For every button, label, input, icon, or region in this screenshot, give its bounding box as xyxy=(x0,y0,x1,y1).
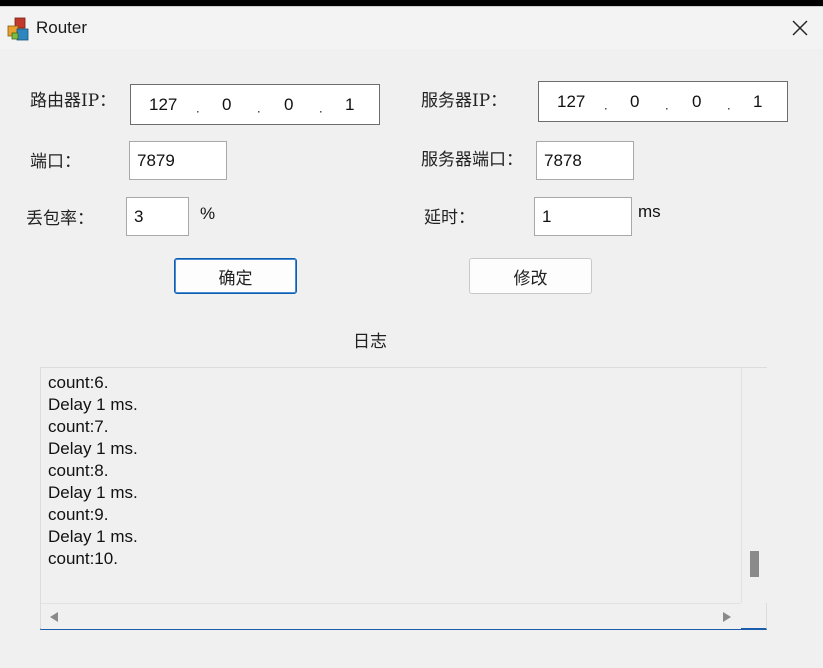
delay-input[interactable]: 1 xyxy=(534,197,632,236)
server-ip-octet-4[interactable]: 1 xyxy=(753,92,762,112)
log-line: count:6. xyxy=(48,373,109,392)
log-line: count:9. xyxy=(48,505,109,524)
modify-button[interactable]: 修改 xyxy=(469,258,592,294)
router-window: Router 路由器IP： 127 . 0 . 0 . 1 服务器IP： 127… xyxy=(0,6,823,668)
port-label: 端口： xyxy=(30,152,81,172)
router-ip-label: 路由器IP： xyxy=(30,91,117,111)
log-line: Delay 1 ms. xyxy=(48,395,138,414)
delay-unit: ms xyxy=(638,202,661,221)
ip-separator: . xyxy=(196,100,200,116)
server-ip-octet-2[interactable]: 0 xyxy=(630,92,639,112)
scrollbar-corner xyxy=(741,603,766,628)
server-port-input[interactable]: 7878 xyxy=(536,141,634,180)
server-ip-octet-3[interactable]: 0 xyxy=(692,92,701,112)
log-content: count:6. Delay 1 ms. count:7. Delay 1 ms… xyxy=(48,372,738,570)
ip-separator: . xyxy=(727,97,731,113)
vertical-scroll-thumb[interactable] xyxy=(750,551,759,577)
log-title: 日志 xyxy=(353,332,387,352)
delay-label: 延时： xyxy=(424,208,475,228)
ip-separator: . xyxy=(257,100,261,116)
close-icon xyxy=(792,20,808,36)
log-line: count:10. xyxy=(48,549,118,568)
port-input[interactable]: 7879 xyxy=(129,141,227,180)
title-bar: Router xyxy=(0,7,823,49)
log-textarea[interactable]: count:6. Delay 1 ms. count:7. Delay 1 ms… xyxy=(40,367,767,630)
log-line: count:8. xyxy=(48,461,109,480)
server-ip-octet-1[interactable]: 127 xyxy=(557,92,585,112)
scroll-right-icon[interactable] xyxy=(723,612,731,622)
log-line: Delay 1 ms. xyxy=(48,483,138,502)
server-ip-label: 服务器IP： xyxy=(421,91,508,111)
ip-separator: . xyxy=(665,97,669,113)
server-port-label: 服务器端口： xyxy=(421,150,523,170)
loss-rate-input[interactable]: 3 xyxy=(126,197,189,236)
ip-separator: . xyxy=(604,97,608,113)
loss-rate-unit: % xyxy=(200,204,216,223)
log-line: Delay 1 ms. xyxy=(48,527,138,546)
server-ip-input[interactable]: 127 . 0 . 0 . 1 xyxy=(538,81,788,122)
ip-separator: . xyxy=(319,100,323,116)
router-ip-octet-3[interactable]: 0 xyxy=(284,95,293,115)
close-button[interactable] xyxy=(777,7,823,49)
router-ip-octet-1[interactable]: 127 xyxy=(149,95,177,115)
router-ip-octet-4[interactable]: 1 xyxy=(345,95,354,115)
vertical-scrollbar[interactable] xyxy=(741,368,767,603)
window-title: Router xyxy=(36,18,88,37)
log-line: count:7. xyxy=(48,417,109,436)
loss-rate-label: 丢包率： xyxy=(26,209,94,229)
router-app-icon xyxy=(7,17,29,41)
confirm-button[interactable]: 确定 xyxy=(174,258,297,294)
log-line: Delay 1 ms. xyxy=(48,439,138,458)
horizontal-scrollbar[interactable] xyxy=(41,603,741,629)
router-ip-octet-2[interactable]: 0 xyxy=(222,95,231,115)
scroll-left-icon[interactable] xyxy=(50,612,58,622)
router-ip-input[interactable]: 127 . 0 . 0 . 1 xyxy=(130,84,380,125)
